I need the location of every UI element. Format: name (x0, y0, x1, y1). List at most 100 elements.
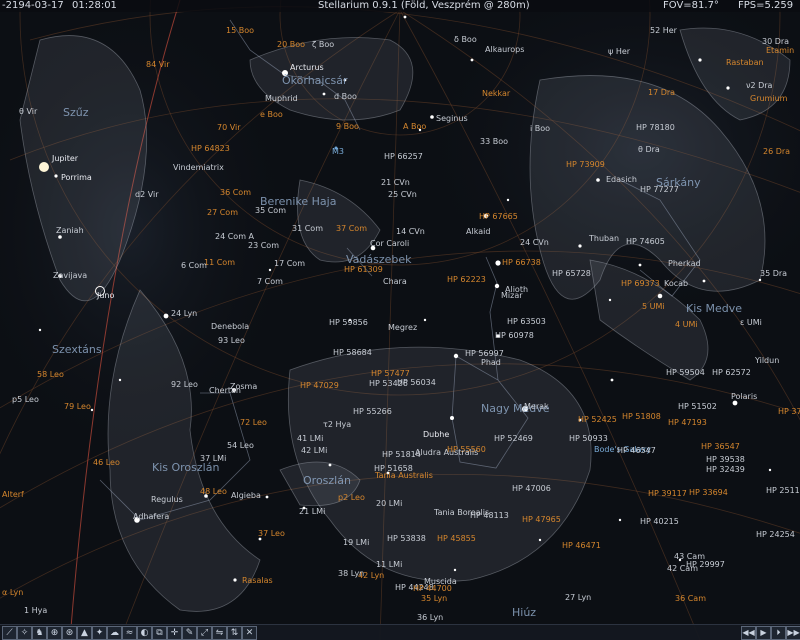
star-label: 21 LMi (299, 507, 325, 516)
star-label: HP 36547 (701, 442, 740, 451)
star-label: Algieba (231, 491, 261, 500)
constellation-name-label: Hiúz (512, 606, 536, 619)
constellation-lines-icon: ⟋ (6, 628, 13, 638)
star-label: Etamin (766, 46, 794, 55)
nebulae-button[interactable]: ≈ (122, 626, 137, 640)
star-label: i Boo (530, 124, 550, 133)
constellation-labels-button[interactable]: ✧ (17, 626, 32, 640)
star-label: HP 59856 (329, 318, 368, 327)
planet-icon: ◐ (140, 628, 149, 638)
flip-horizontal-button[interactable]: ⇋ (212, 626, 227, 640)
star-label: p2 Leo (338, 493, 365, 502)
constellation-art-button[interactable]: ♞ (32, 626, 47, 640)
goto-object-button[interactable]: ✛ (167, 626, 182, 640)
star-label: 79 Leo (64, 402, 91, 411)
now-button[interactable]: ⏵ (771, 626, 786, 640)
night-mode-button[interactable]: ✎ (182, 626, 197, 640)
star-label: HP 32439 (706, 465, 745, 474)
star-label: HP 63503 (507, 317, 546, 326)
planet-label: Dubhe (423, 430, 449, 439)
equatorial-grid-icon: ⊕ (50, 628, 59, 638)
star-label: ε UMi (740, 318, 762, 327)
date-display: -2194-03-17 (2, 0, 64, 11)
star-label: 14 CVn (396, 227, 425, 236)
star-label: 31 Com (292, 224, 323, 233)
star-label: 92 Leo (171, 380, 198, 389)
flip-vertical-button[interactable]: ⇅ (227, 626, 242, 640)
star-label: Grumium (750, 94, 788, 103)
location-display: Stellarium 0.9.1 (Föld, Veszprém @ 280m) (318, 0, 530, 11)
star-label: Zaniah (56, 226, 84, 235)
star-label: HP 56997 (465, 349, 504, 358)
star-label: 24 Com A (215, 232, 255, 241)
constellation-name-label: Kis Oroszlán (152, 461, 219, 474)
star-label: HP 53426 (369, 379, 408, 388)
star-label: Cor Caroli (370, 239, 409, 248)
cardinal-points-icon: ✦ (95, 628, 104, 638)
star-label: 23 Com (248, 241, 279, 250)
star-label: ν2 Dra (746, 81, 773, 90)
star-label: 17 Com (274, 259, 305, 268)
star-label: HP 58684 (333, 348, 372, 357)
crosshair-icon: ✛ (170, 628, 179, 638)
constellation-name-label: Oroszlán (303, 474, 351, 487)
star-merak (450, 416, 454, 420)
planet-label: Juno (96, 291, 115, 300)
constellation-name-label: Szűz (63, 106, 89, 119)
star-label: HP 78180 (636, 123, 675, 132)
fps-display: FPS=5.259 (738, 0, 794, 11)
star-label: 19 LMi (343, 538, 369, 547)
star-label: HP 46547 (617, 446, 656, 455)
star-label: 72 Leo (240, 418, 267, 427)
star-label: Denebola (211, 322, 249, 331)
mount-mode-button[interactable]: ⧉ (152, 626, 167, 640)
star-label: 52 Her (650, 26, 678, 35)
planet-labels-button[interactable]: ◐ (137, 626, 152, 640)
star-label: HP 24254 (756, 530, 795, 539)
forward-button[interactable]: ▶▶ (786, 626, 800, 640)
equatorial-grid-button[interactable]: ⊕ (47, 626, 62, 640)
star-label: HP 29997 (686, 560, 725, 569)
star-label: 24 CVn (520, 238, 549, 247)
star-label: Alkaid (466, 227, 490, 236)
star-label: HP 61309 (344, 265, 383, 274)
rewind-button[interactable]: ◀◀ (741, 626, 756, 640)
star-label: 21 CVn (381, 178, 410, 187)
star-label: 35 Dra (760, 269, 787, 278)
rewind-icon: ◀◀ (742, 628, 755, 637)
star-thuban (578, 244, 582, 248)
azimuthal-grid-button[interactable]: ⊛ (62, 626, 77, 640)
star-label: Muphrid (265, 94, 298, 103)
star-label: Tania Australis (374, 471, 433, 480)
quit-button[interactable]: ✕ (242, 626, 257, 640)
star-label: α Lyn (2, 588, 23, 597)
top-info-bar: -2194-03-17 01:28:01 Stellarium 0.9.1 (F… (0, 0, 800, 12)
star-denebola (163, 313, 169, 319)
star-label: HP 53838 (387, 534, 426, 543)
star-label: 35 Com (255, 206, 286, 215)
sky-view[interactable]: 15 Boo 20 Boo ζ Boo Arcturus Ökörhajcsár Muph… (0, 0, 800, 640)
star-label: HP 52425 (578, 415, 617, 424)
play-button[interactable]: ▶ (756, 626, 771, 640)
star-label: e Boo (260, 110, 283, 119)
star-label: Vindemiatrix (173, 163, 224, 172)
star-label: 93 Leo (218, 336, 245, 345)
star-label: HP 47029 (300, 381, 339, 390)
cardinal-points-button[interactable]: ✦ (92, 626, 107, 640)
star-label: Regulus (151, 495, 183, 504)
atmosphere-button[interactable]: ☁ (107, 626, 122, 640)
star-label: HP 67665 (479, 212, 518, 221)
star-label: HP 37391 (778, 407, 800, 416)
fullscreen-button[interactable]: ⤢ (197, 626, 212, 640)
star-label: Alkaurops (485, 45, 524, 54)
ground-button[interactable]: ▲ (77, 626, 92, 640)
star-label: 25 CVn (388, 190, 417, 199)
star-label: Seginus (436, 114, 468, 123)
now-icon: ⏵ (776, 628, 781, 637)
star-label: HP 51808 (622, 412, 661, 421)
time-display: 01:28:01 (72, 0, 117, 11)
constellation-lines-button[interactable]: ⟋ (2, 626, 17, 640)
star-phad (453, 353, 459, 359)
star-label: τ2 Hya (323, 420, 351, 429)
constellation-name-label: Szextáns (52, 343, 102, 356)
